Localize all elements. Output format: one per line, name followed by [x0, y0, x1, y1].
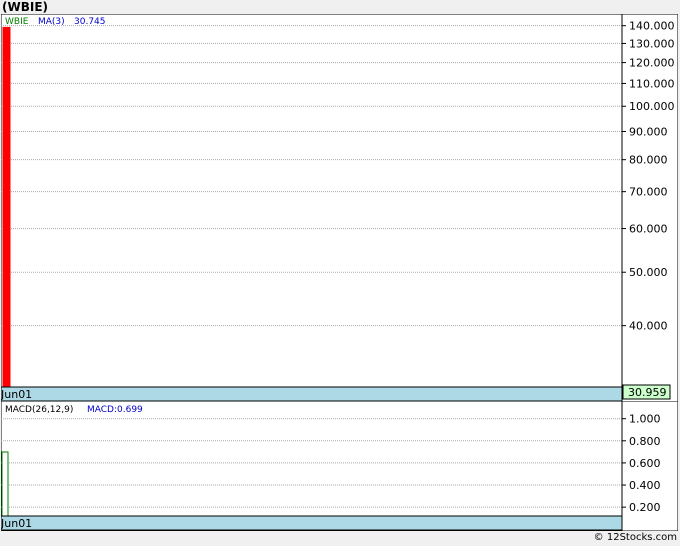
macd-tick-label: 1.000 [629, 413, 661, 426]
macd-legend-value: MACD:0.699 [87, 405, 143, 415]
macd-bar [1, 451, 9, 517]
price-date-label: Jun01 [1, 388, 32, 401]
price-tick-label: 50.000 [629, 266, 668, 279]
chart-title: (WBIE) [2, 0, 49, 14]
macd-legend-label: MACD(26,12,9) [5, 405, 73, 415]
price-tick-label: 70.000 [629, 186, 668, 199]
macd-panel: 0.200 0.400 0.600 0.800 1.000 Jun01 MACD(26,… [1, 401, 678, 531]
copyright-label: © 12Stocks.com [593, 532, 677, 543]
last-price-label: 30.959 [628, 386, 667, 399]
price-tick-label: 80.000 [629, 154, 668, 167]
ticker-legend: WBIE [5, 17, 29, 27]
macd-tick-label: 0.800 [629, 435, 661, 448]
macd-tick-label: 0.200 [629, 501, 661, 514]
macd-date-strip [1, 515, 623, 531]
price-tick-label: 90.000 [629, 125, 668, 138]
price-date-strip [1, 386, 623, 402]
price-bars [2, 26, 11, 388]
price-tick-label: 140.000 [629, 20, 675, 33]
macd-tick-label: 0.400 [629, 479, 661, 492]
price-panel: 40.000 50.000 60.000 70.000 80.000 90.000 100.… [1, 14, 678, 402]
price-tick-label: 100.000 [629, 100, 675, 113]
price-tick-label: 60.000 [629, 223, 668, 236]
price-plot-background [1, 14, 678, 402]
macd-date-label: Jun01 [1, 517, 32, 530]
macd-tick-label: 0.600 [629, 457, 661, 470]
ma-legend-value: 30.745 [74, 17, 106, 27]
price-bar [2, 26, 11, 388]
macd-plot-background [1, 401, 678, 531]
price-tick-label: 110.000 [629, 77, 675, 90]
price-tick-label: 130.000 [629, 37, 675, 50]
ma-legend-label: MA(3) [38, 17, 65, 27]
macd-bars [1, 451, 9, 517]
price-tick-label: 120.000 [629, 57, 675, 70]
price-tick-label: 40.000 [629, 320, 668, 333]
